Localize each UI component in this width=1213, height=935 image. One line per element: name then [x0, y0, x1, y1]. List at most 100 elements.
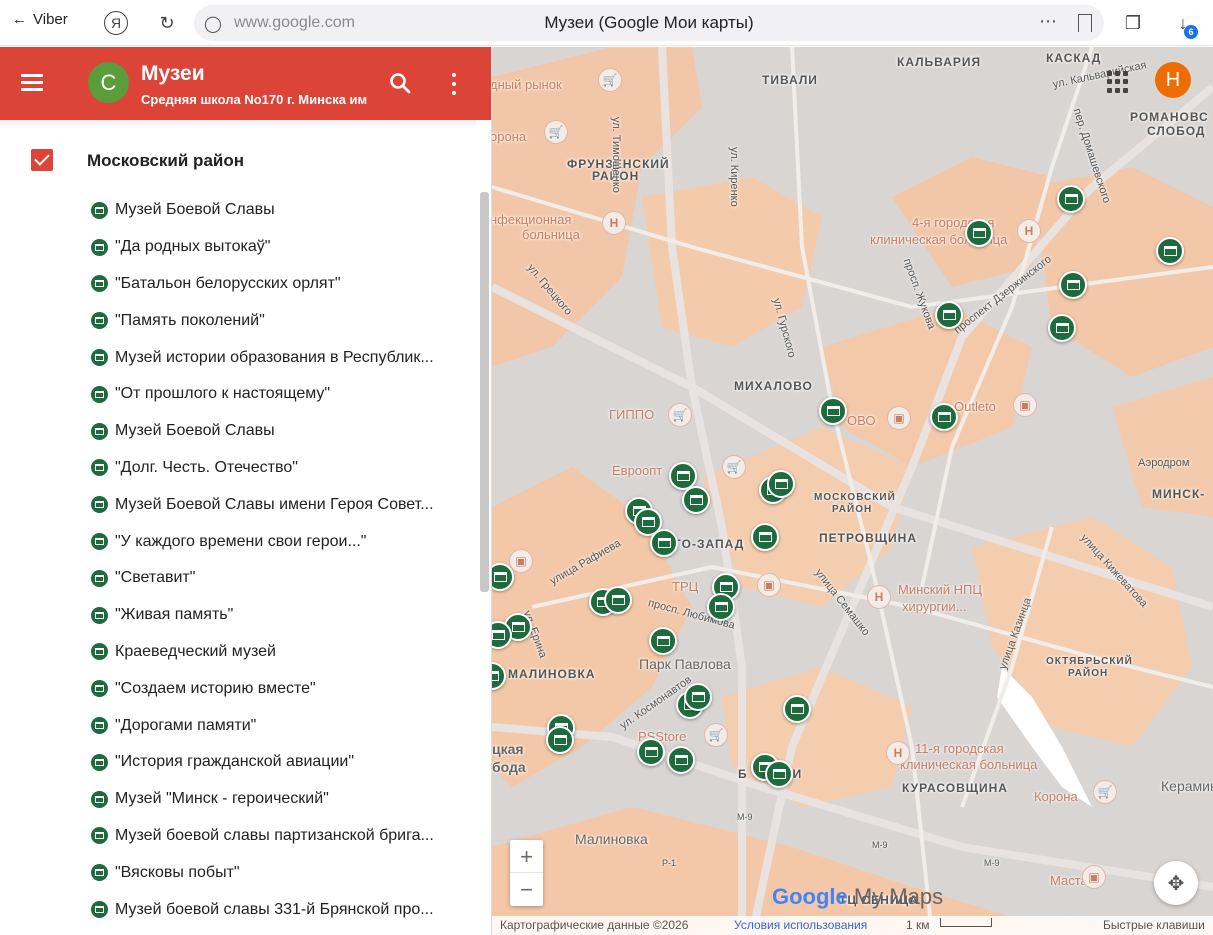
list-item[interactable]: Музей Боевой Славы: [0, 413, 476, 450]
apps-grid-icon[interactable]: [1107, 71, 1129, 93]
more-icon[interactable]: ⋯: [1039, 11, 1058, 32]
map-label: М-9: [872, 840, 888, 850]
museum-icon: [91, 312, 108, 330]
map-label: ПЕТРОВЩИНА: [819, 531, 917, 545]
panel-scrollbar[interactable]: [480, 192, 489, 592]
museum-marker[interactable]: [765, 760, 793, 788]
museum-marker[interactable]: [751, 523, 779, 551]
museum-marker[interactable]: [930, 403, 958, 431]
map-data-attribution: Картографические данные ©2026: [500, 918, 689, 932]
map-label: нфекционная: [492, 212, 572, 227]
list-item[interactable]: "Батальон белорусских орлят": [0, 266, 476, 303]
museum-marker[interactable]: [684, 683, 712, 711]
museum-icon: [91, 238, 108, 256]
hospital-icon[interactable]: H: [886, 741, 910, 765]
user-avatar[interactable]: Н: [1155, 62, 1191, 98]
list-item[interactable]: "Долг. Честь. Отечество": [0, 450, 476, 487]
lock-icon[interactable]: ▣: [509, 549, 533, 573]
scale-bar: [940, 918, 992, 927]
museum-marker[interactable]: [604, 586, 632, 614]
zoom-out-button[interactable]: −: [510, 873, 543, 906]
museum-marker[interactable]: [935, 301, 963, 329]
shopping-icon[interactable]: 🛒: [544, 120, 568, 144]
museum-icon: [91, 864, 108, 882]
museum-icon: [91, 643, 108, 661]
search-icon[interactable]: [388, 71, 412, 95]
yandex-icon[interactable]: Я: [104, 11, 128, 35]
reload-icon[interactable]: ↻: [154, 10, 180, 36]
museum-marker[interactable]: [1048, 314, 1076, 342]
museum-icon: [91, 201, 108, 219]
shopping-icon[interactable]: 🛒: [704, 723, 728, 747]
list-item[interactable]: "Вясковы побыт": [0, 854, 476, 891]
list-item[interactable]: Музей истории образования в Республик...: [0, 339, 476, 376]
museum-marker[interactable]: [767, 470, 795, 498]
map-label: орона: [492, 129, 527, 144]
map-label: ГО-ЗАПАД: [674, 537, 745, 551]
list-item[interactable]: "История гражданской авиации": [0, 744, 476, 781]
lock-icon[interactable]: ▣: [1013, 393, 1037, 417]
hospital-icon[interactable]: H: [602, 211, 626, 235]
map-label: Евроопт: [612, 463, 663, 478]
museum-marker[interactable]: [1057, 185, 1085, 213]
lock-icon[interactable]: ▣: [1082, 865, 1106, 889]
museum-marker[interactable]: [1156, 237, 1184, 265]
museum-marker[interactable]: [707, 593, 735, 621]
map-label: цкая: [492, 741, 524, 757]
list-item[interactable]: "Память поколений": [0, 302, 476, 339]
menu-icon[interactable]: [21, 74, 43, 91]
museum-marker[interactable]: [682, 486, 710, 514]
museum-marker[interactable]: [819, 397, 847, 425]
list-item[interactable]: "Живая память": [0, 597, 476, 634]
shopping-icon[interactable]: 🛒: [722, 455, 746, 479]
terms-link[interactable]: Условия использования: [734, 918, 867, 932]
museum-marker[interactable]: [1059, 271, 1087, 299]
zoom-controls: + −: [510, 840, 543, 906]
map-label: Outleto: [954, 399, 996, 414]
map-title: Музеи: [141, 62, 205, 85]
list-item[interactable]: "Создаем историю вместе": [0, 670, 476, 707]
more-vert-icon[interactable]: [444, 71, 464, 97]
list-item[interactable]: "Да родных вытокаў": [0, 229, 476, 266]
layer-checkbox[interactable]: [31, 149, 53, 171]
lock-icon[interactable]: ▣: [887, 406, 911, 430]
museum-marker[interactable]: [783, 695, 811, 723]
tabs-icon[interactable]: ❐: [1120, 10, 1146, 36]
list-item[interactable]: "У каждого времени свои герои...": [0, 523, 476, 560]
my-location-button[interactable]: ✥: [1154, 861, 1198, 905]
google-my-maps-logo: Google My Maps: [772, 884, 944, 909]
map-canvas[interactable]: ТИВАЛИ КАЛЬВАРИЯ КАСКАД ул. Кальварийска…: [492, 47, 1213, 935]
museum-marker[interactable]: [546, 726, 574, 754]
museum-icon: [91, 606, 108, 624]
museum-marker[interactable]: [667, 746, 695, 774]
zoom-in-button[interactable]: +: [510, 840, 543, 873]
address-bar[interactable]: ◯ www.google.com Музеи (Google Мои карты…: [194, 5, 1104, 41]
bookmark-icon[interactable]: [1078, 14, 1092, 32]
list-item[interactable]: Музей Боевой Славы имени Героя Совет...: [0, 486, 476, 523]
list-item[interactable]: "Светавит": [0, 560, 476, 597]
museum-icon: [91, 275, 108, 293]
museum-marker[interactable]: [649, 627, 677, 655]
shopping-icon[interactable]: 🛒: [598, 68, 622, 92]
list-item[interactable]: "От прошлого к настоящему": [0, 376, 476, 413]
map-label: ТИВАЛИ: [762, 73, 818, 87]
list-item[interactable]: Музей Боевой Славы: [0, 192, 476, 229]
back-button[interactable]: ← Viber: [12, 11, 68, 28]
map-label: Парк Павлова: [639, 656, 731, 672]
shopping-icon[interactable]: 🛒: [668, 403, 692, 427]
museum-marker[interactable]: [637, 738, 665, 766]
museum-marker[interactable]: [650, 529, 678, 557]
panel-header: С Музеи Средняя школа No170 г. Минска им: [0, 47, 491, 120]
list-item[interactable]: Музей боевой славы партизанской брига...: [0, 818, 476, 855]
museum-marker[interactable]: [965, 219, 993, 247]
hospital-icon[interactable]: H: [867, 585, 891, 609]
list-item[interactable]: "Дорогами памяти": [0, 707, 476, 744]
keyboard-shortcuts-link[interactable]: Быстрые клавиши: [1103, 918, 1205, 932]
list-item[interactable]: Музей боевой славы 331-й Брянской про...: [0, 891, 476, 928]
lock-icon[interactable]: ▣: [757, 573, 781, 597]
shopping-icon[interactable]: 🛒: [1093, 780, 1117, 804]
hospital-icon[interactable]: H: [1017, 219, 1041, 243]
list-item[interactable]: Музей "Минск - героический": [0, 781, 476, 818]
list-item[interactable]: Краеведческий музей: [0, 634, 476, 671]
museum-icon: [91, 422, 108, 440]
